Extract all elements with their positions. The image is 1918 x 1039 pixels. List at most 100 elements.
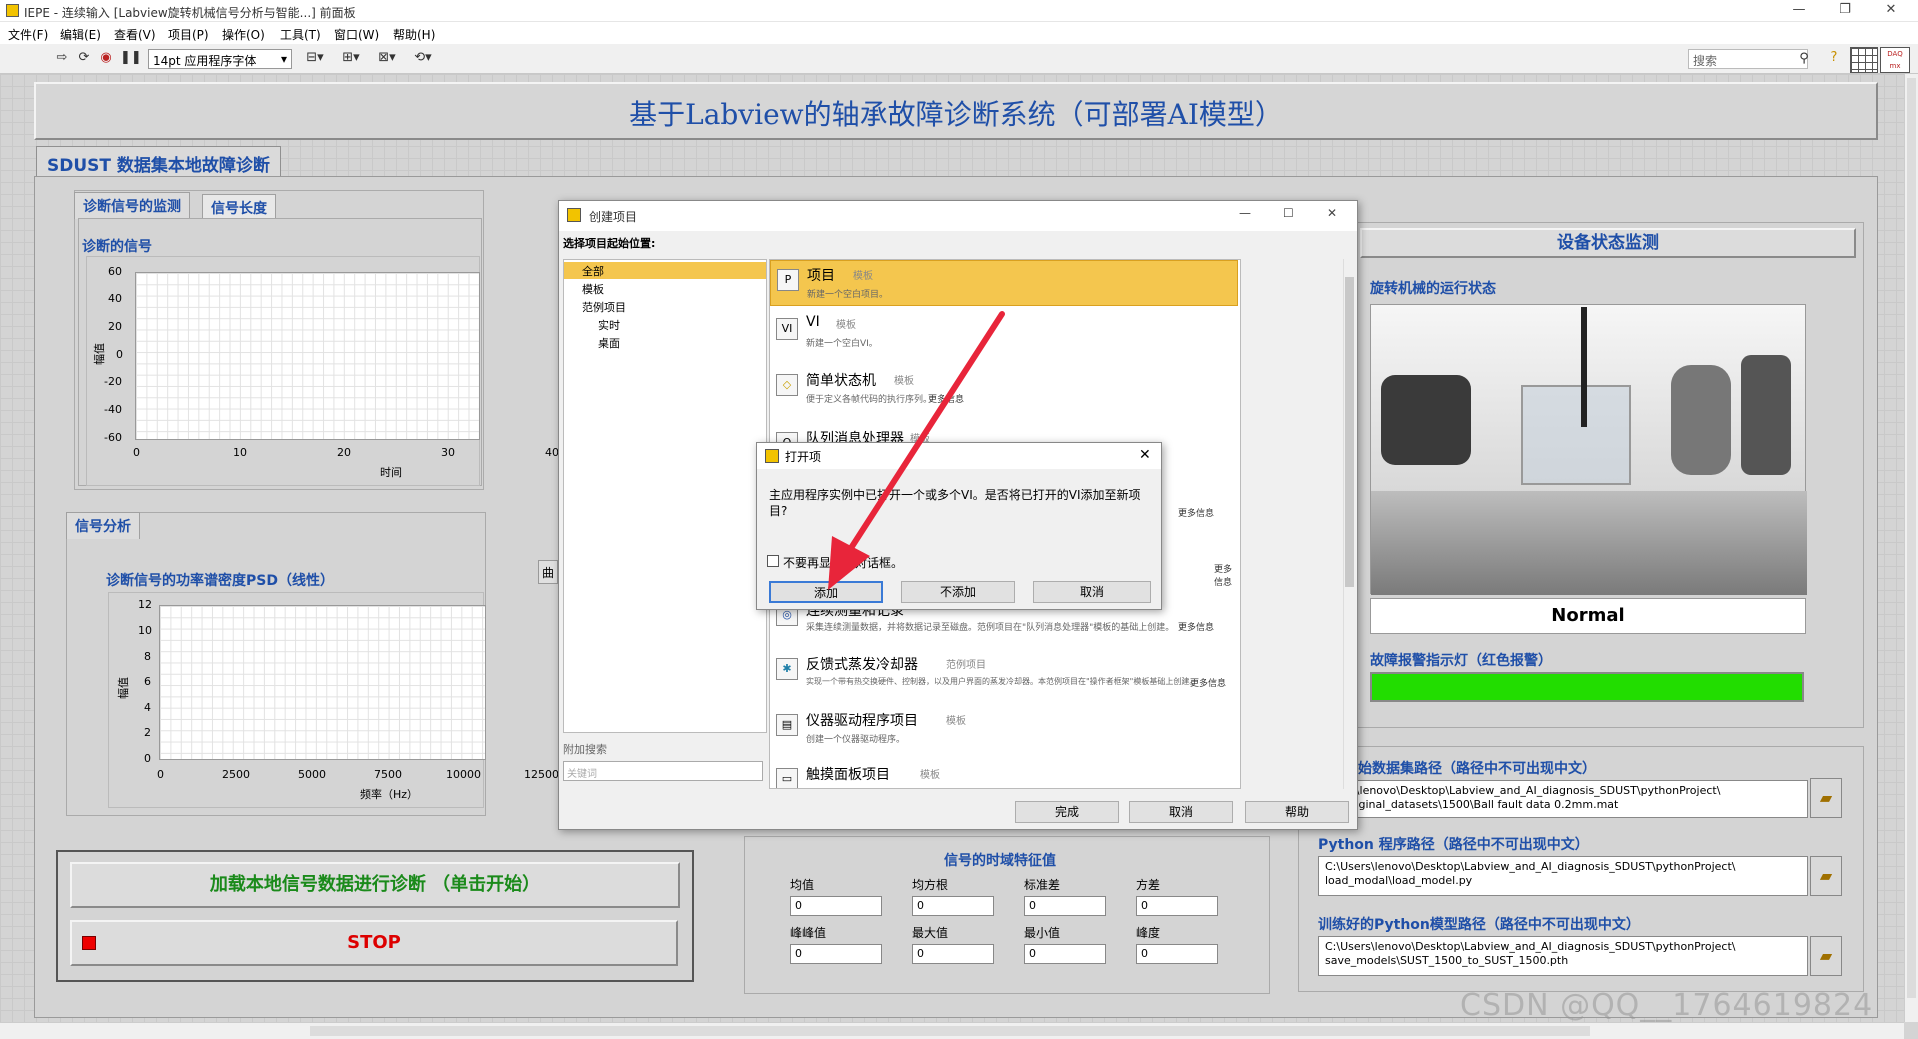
load-diagnose-button[interactable]: 加载本地信号数据进行诊断 （单击开始） (70, 862, 680, 908)
window-titlebar: IEPE - 连续输入 [Labview旋转机械信号分析与智能...] 前面板 … (0, 0, 1918, 22)
template-list-scrollbar[interactable] (1343, 259, 1355, 789)
tree-item-templates[interactable]: 模板 (582, 281, 604, 297)
y-tick: 4 (144, 701, 151, 714)
help-button[interactable]: 帮助 (1245, 801, 1349, 823)
status-sub-label: 旋转机械的运行状态 (1370, 281, 1496, 297)
tab-signal-length[interactable]: 信号长度 (202, 194, 276, 221)
cancel-button[interactable]: 取消 (1129, 801, 1233, 823)
menu-operate[interactable]: 操作(O) (222, 26, 265, 43)
close-icon[interactable]: ✕ (1868, 2, 1914, 20)
alarm-label: 故障报警指示灯（红色报警） (1370, 653, 1552, 669)
pause-icon[interactable]: ❚❚ (120, 50, 142, 66)
dialog-close-icon[interactable]: ✕ (1327, 206, 1337, 220)
horizontal-scrollbar[interactable] (0, 1022, 1904, 1039)
tab-sdust-local[interactable]: SDUST 数据集本地故障诊断 (36, 146, 281, 180)
connector-pane-icon[interactable] (1850, 47, 1878, 73)
run-arrow-icon[interactable]: ⇨ (54, 50, 70, 66)
font-select[interactable]: 14pt 应用程序字体 ▾ (148, 49, 292, 69)
distribute-icon[interactable]: ⊞▾ (338, 50, 364, 66)
more-info-link[interactable]: 更多信息 (1214, 562, 1240, 588)
feature-value-kurt[interactable]: 0 (1136, 944, 1218, 964)
x-axis-label: 频率（Hz） (360, 788, 419, 801)
x-tick: 10000 (446, 768, 481, 781)
feature-value-p2p[interactable]: 0 (790, 944, 882, 964)
menu-help[interactable]: 帮助(H) (393, 26, 435, 43)
path-field-dataset[interactable]: Users\lenovo\Desktop\Labview_and_AI_diag… (1318, 780, 1808, 818)
feature-label-std: 标准差 (1024, 878, 1061, 892)
finish-button[interactable]: 完成 (1015, 801, 1119, 823)
status-result: Normal (1370, 598, 1806, 634)
browse-dataset-folder-icon[interactable]: ▰ (1810, 778, 1842, 818)
x-tick: 10 (233, 446, 247, 459)
status-title: 设备状态监测 (1360, 228, 1856, 258)
maximize-icon[interactable]: ❐ (1822, 2, 1868, 20)
x-tick: 20 (337, 446, 351, 459)
psd-options-button[interactable]: 曲 (538, 560, 558, 584)
menu-project[interactable]: 项目(P) (168, 26, 209, 43)
menu-edit[interactable]: 编辑(E) (60, 26, 101, 43)
browse-model-folder-icon[interactable]: ▰ (1810, 936, 1842, 976)
feature-value-mean[interactable]: 0 (790, 896, 882, 916)
brake-shape (1671, 365, 1731, 475)
reorder-icon[interactable]: ⟲▾ (410, 50, 436, 66)
feature-label-kurt: 峰度 (1136, 926, 1161, 940)
dialog-maximize-icon[interactable]: ☐ (1283, 206, 1294, 220)
x-tick: 2500 (222, 768, 250, 781)
resize-icon[interactable]: ⊠▾ (374, 50, 400, 66)
vi-icon[interactable]: DAQ mx (1880, 47, 1910, 73)
search-icon[interactable]: ⚲ (1796, 51, 1812, 67)
stop-button[interactable]: STOP (70, 920, 678, 966)
annotation-arrow (828, 311, 1005, 590)
tree-item-desktop[interactable]: 桌面 (598, 335, 620, 351)
more-info-link[interactable]: 更多信息 (1178, 506, 1214, 519)
menu-tools[interactable]: 工具(T) (280, 26, 321, 43)
menu-window[interactable]: 窗口(W) (334, 26, 379, 43)
y-tick: 8 (144, 650, 151, 663)
y-tick: 12 (138, 598, 152, 611)
open-dialog-close-icon[interactable]: ✕ (1139, 447, 1151, 463)
y-axis-label: 幅值 (117, 677, 130, 699)
x-tick: 5000 (298, 768, 326, 781)
menu-view[interactable]: 查看(V) (114, 26, 156, 43)
tab-signal-analysis[interactable]: 信号分析 (66, 512, 140, 539)
tree-item-all[interactable]: 全部 (582, 263, 604, 279)
search-input[interactable]: 搜索 (1688, 49, 1808, 69)
browse-python-folder-icon[interactable]: ▰ (1810, 856, 1842, 896)
list-item[interactable]: ✱ 反馈式蒸发冷却器 范例项目 实现一个带有热交换硬件、控制器，以及用户界面的蒸… (770, 650, 1238, 696)
tree-item-samples[interactable]: 范例项目 (582, 299, 626, 315)
run-continuously-icon[interactable]: ⟳ (76, 50, 92, 66)
x-tick: 12500 (524, 768, 559, 781)
vertical-scrollbar[interactable] (1904, 74, 1918, 1022)
extra-search-label: 附加搜索 (563, 743, 607, 756)
menu-file[interactable]: 文件(F) (8, 26, 48, 43)
feature-value-min[interactable]: 0 (1024, 944, 1106, 964)
path-field-python[interactable]: C:\Users\lenovo\Desktop\Labview_and_AI_d… (1318, 856, 1808, 896)
tree-item-realtime[interactable]: 实时 (598, 317, 620, 333)
help-icon[interactable]: ? (1826, 50, 1842, 66)
feature-value-rms[interactable]: 0 (912, 896, 994, 916)
x-tick: 30 (441, 446, 455, 459)
feature-value-var[interactable]: 0 (1136, 896, 1218, 916)
create-dialog-title: 创建项目 (589, 210, 638, 224)
labview-dialog-icon (567, 208, 581, 222)
open-cancel-button[interactable]: 取消 (1033, 581, 1151, 603)
dont-show-checkbox[interactable] (767, 555, 779, 567)
minimize-icon[interactable]: — (1776, 2, 1822, 20)
feature-value-std[interactable]: 0 (1024, 896, 1106, 916)
list-item[interactable]: ▤ 仪器驱动程序项目 模板 创建一个仪器驱动程序。 (770, 706, 1238, 752)
list-item[interactable]: ▭ 触摸面板项目 模板 (770, 760, 1238, 788)
align-icon[interactable]: ⊟▾ (302, 50, 328, 66)
x-tick: 40 (545, 446, 559, 459)
abort-icon[interactable]: ◉ (98, 50, 114, 66)
y-tick: 40 (108, 292, 122, 305)
labview-dialog-icon (765, 449, 779, 463)
y-tick: 20 (108, 320, 122, 333)
x-tick: 7500 (374, 768, 402, 781)
y-tick: 60 (108, 265, 122, 278)
dialog-minimize-icon[interactable]: — (1239, 206, 1251, 220)
feature-value-max[interactable]: 0 (912, 944, 994, 964)
category-tree: 全部 模板 范例项目 实时 桌面 (563, 259, 767, 733)
tab-signal-monitor[interactable]: 诊断信号的监测 (74, 192, 190, 219)
keyword-input[interactable]: 关键词 (563, 761, 763, 781)
path-field-model[interactable]: C:\Users\lenovo\Desktop\Labview_and_AI_d… (1318, 936, 1808, 976)
